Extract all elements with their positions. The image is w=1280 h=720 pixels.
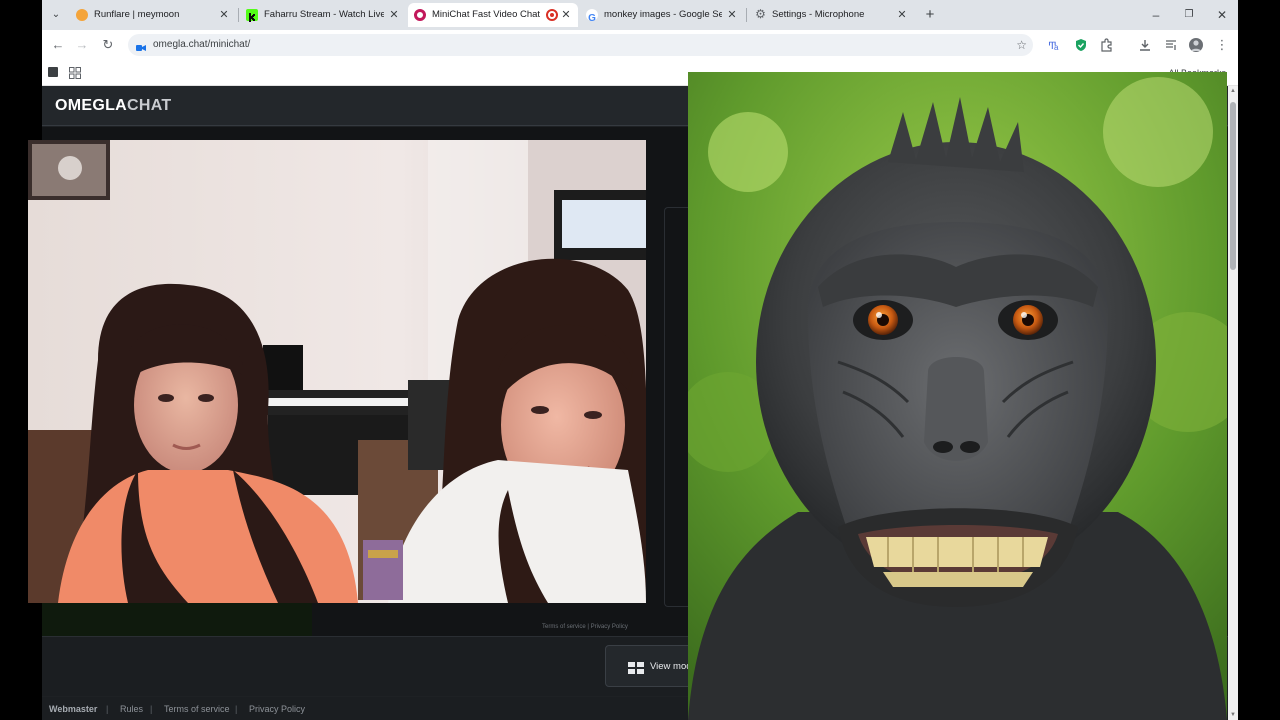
reading-list-icon[interactable] xyxy=(1164,38,1178,52)
tab-separator xyxy=(238,8,239,22)
tab-title: Faharru Stream - Watch Live on xyxy=(264,9,384,20)
new-tab-button[interactable]: + xyxy=(920,5,940,25)
svg-text:a: a xyxy=(1054,43,1059,52)
inner-footer-links[interactable]: Terms of service | Privacy Policy xyxy=(542,624,628,630)
footer-rules-link[interactable]: Rules xyxy=(120,697,143,720)
tab-settings-microphone[interactable]: ⚙ Settings - Microphone ✕ xyxy=(748,3,914,27)
url-text: omegla.chat/minichat/ xyxy=(153,39,251,50)
tab-search-icon[interactable]: ⌄ xyxy=(46,5,66,25)
gear-icon: ⚙ xyxy=(755,7,766,21)
browser-toolbar: ← → ↻ omegla.chat/minichat/ ☆ Ͳa ⋮ xyxy=(42,30,1238,60)
shield-icon[interactable] xyxy=(1074,38,1088,52)
logo-text-chat: CHAT xyxy=(127,97,172,114)
layout-icon xyxy=(628,661,644,674)
minichat-icon xyxy=(414,9,426,21)
close-icon[interactable]: ✕ xyxy=(388,3,400,27)
logo-text-omegla: OMEGLA xyxy=(55,97,128,114)
close-icon[interactable]: ✕ xyxy=(218,3,230,27)
minimize-button[interactable]: – xyxy=(1141,0,1171,30)
address-bar[interactable]: omegla.chat/minichat/ ☆ xyxy=(128,34,1033,56)
google-icon: G xyxy=(586,9,598,24)
footer-separator: | xyxy=(106,704,109,714)
extensions-puzzle-icon[interactable] xyxy=(1100,38,1114,52)
close-icon[interactable]: ✕ xyxy=(560,3,572,27)
profile-avatar[interactable] xyxy=(1189,38,1203,52)
tab-strip: ⌄ Runflare | meymoon ✕ Faharru Stream - … xyxy=(42,0,1238,30)
kick-icon xyxy=(246,9,258,22)
monkey-image xyxy=(688,72,1227,720)
scroll-up-icon[interactable]: ▲ xyxy=(1228,86,1238,96)
close-icon[interactable]: ✕ xyxy=(896,3,908,27)
translate-extension-icon[interactable]: Ͳa xyxy=(1048,38,1062,52)
partner-video xyxy=(28,140,646,603)
close-icon[interactable]: ✕ xyxy=(726,3,738,27)
tab-runflare[interactable]: Runflare | meymoon ✕ xyxy=(70,3,236,27)
page-scrollbar[interactable]: ▲ ▼ xyxy=(1228,86,1238,720)
reload-button[interactable]: ↻ xyxy=(98,35,118,55)
close-window-button[interactable]: ✕ xyxy=(1207,0,1237,30)
bookmark-star-icon[interactable]: ☆ xyxy=(1016,34,1027,56)
apps-grid-icon[interactable] xyxy=(69,66,81,79)
tab-title: monkey images - Google Search xyxy=(604,9,722,20)
footer-separator: | xyxy=(150,704,153,714)
recording-icon xyxy=(546,9,558,21)
tab-title: Runflare | meymoon xyxy=(94,9,180,20)
tab-google-search[interactable]: G monkey images - Google Search ✕ xyxy=(580,3,744,27)
site-logo[interactable]: OMEGLACHAT xyxy=(55,86,171,126)
restore-button[interactable]: ❐ xyxy=(1174,0,1204,30)
footer-separator: | xyxy=(235,704,238,714)
tab-separator xyxy=(746,8,747,22)
tab-minichat[interactable]: MiniChat Fast Video Chat - ✕ xyxy=(408,3,578,27)
forward-button[interactable]: → xyxy=(72,35,92,55)
footer-privacy-link[interactable]: Privacy Policy xyxy=(249,697,305,720)
runflare-icon xyxy=(76,9,88,21)
footer-terms-link[interactable]: Terms of service xyxy=(164,697,230,720)
scroll-down-icon[interactable]: ▼ xyxy=(1228,710,1238,720)
back-button[interactable]: ← xyxy=(48,35,68,55)
tab-title: MiniChat Fast Video Chat - xyxy=(432,9,540,20)
video-camera-icon xyxy=(136,40,146,51)
chat-panel-edge xyxy=(664,207,688,607)
self-camera-preview xyxy=(42,602,312,637)
download-icon[interactable] xyxy=(1138,38,1152,52)
scroll-thumb[interactable] xyxy=(1230,102,1236,270)
tab-kick-stream[interactable]: Faharru Stream - Watch Live on ✕ xyxy=(240,3,406,27)
menu-kebab-icon[interactable]: ⋮ xyxy=(1212,35,1232,55)
bookmark-square-icon[interactable] xyxy=(48,67,58,77)
svg-text:G: G xyxy=(588,13,596,23)
tab-title: Settings - Microphone xyxy=(772,9,865,20)
footer-webmaster-link[interactable]: Webmaster xyxy=(49,697,97,720)
